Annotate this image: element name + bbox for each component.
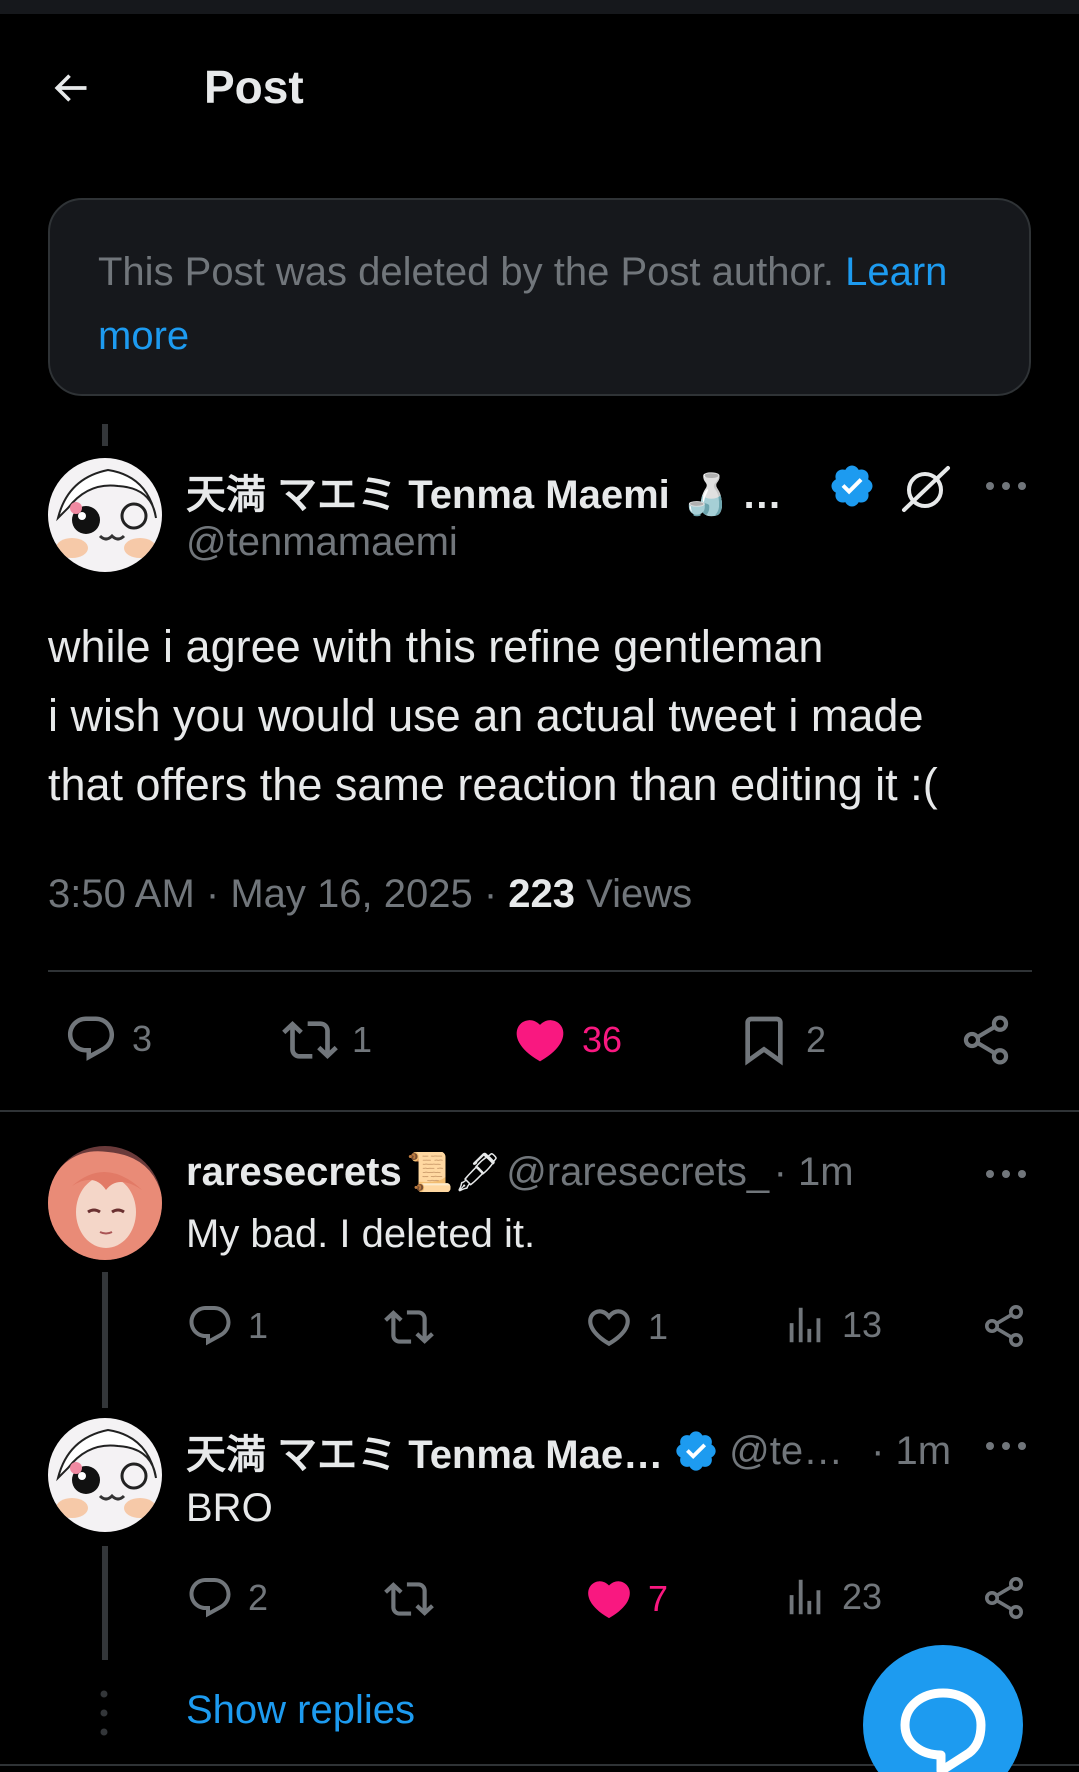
thread-connector	[102, 424, 108, 446]
more-options-icon[interactable]	[984, 470, 1028, 502]
avatar-image	[48, 458, 162, 572]
show-replies-link[interactable]: Show replies	[186, 1688, 415, 1733]
views-button[interactable]: 13	[782, 1302, 882, 1348]
repost-button[interactable]	[384, 1302, 434, 1352]
heart-filled-icon	[516, 1020, 564, 1062]
heart-icon	[588, 1309, 630, 1347]
more-options-icon[interactable]	[984, 1158, 1028, 1190]
reply-icon	[189, 1306, 231, 1346]
post-line: i wish you would use an actual tweet i m…	[48, 690, 924, 741]
divider	[0, 1110, 1079, 1112]
views-chart-icon	[789, 1579, 821, 1615]
reply-time[interactable]: · 1m	[871, 1429, 951, 1474]
dotted-thread-icon	[98, 1688, 110, 1738]
views-count: 13	[842, 1304, 883, 1345]
scroll-pen-emoji: 📜🖋	[406, 1150, 502, 1194]
like-count: 36	[582, 1019, 623, 1060]
reply-count: 2	[248, 1577, 269, 1618]
verified-badge-icon	[676, 1431, 716, 1471]
post-body: while i agree with this refine gentleman…	[48, 612, 1038, 819]
post-line: that offers the same reaction than editi…	[48, 759, 938, 810]
post-time[interactable]: 3:50 AM	[48, 872, 195, 916]
page-title: Post	[204, 61, 304, 113]
reply-count: 1	[248, 1305, 269, 1346]
views-label: Views	[586, 872, 693, 916]
like-count: 1	[648, 1306, 669, 1347]
reply-icon	[67, 1016, 115, 1061]
reply-button[interactable]: 2	[186, 1574, 268, 1622]
post-meta: 3:50 AM · May 16, 2025 · 223 Views	[48, 872, 693, 916]
thread-connector	[102, 1546, 108, 1660]
author-name[interactable]: 天満 マエミ Tenma Maemi 🍶 …	[186, 462, 782, 520]
like-count: 7	[648, 1578, 669, 1619]
avatar[interactable]	[48, 1146, 162, 1260]
post-date[interactable]: May 16, 2025	[230, 872, 472, 916]
reply-author-name[interactable]: 天満 マエミ Tenma Mae…	[186, 1422, 663, 1480]
author-name-text: 天満 マエミ Tenma Maemi	[186, 473, 670, 517]
reply-button[interactable]: 3	[64, 1012, 152, 1066]
thread-connector	[102, 1272, 108, 1408]
repost-icon	[384, 1582, 434, 1616]
reply-author-handle[interactable]: @raresecrets_	[506, 1150, 769, 1194]
bookmark-count: 2	[806, 1019, 827, 1060]
share-button[interactable]	[980, 1302, 1028, 1350]
reply-author-name[interactable]: raresecrets	[186, 1150, 402, 1194]
arrow-left-icon	[54, 74, 87, 102]
views-count: 23	[842, 1576, 883, 1617]
share-icon	[985, 1305, 1023, 1347]
like-button[interactable]: 1	[584, 1302, 668, 1352]
repost-button[interactable]	[384, 1574, 434, 1624]
bookmark-icon	[745, 1016, 783, 1066]
sake-emoji: 🍶	[680, 472, 731, 518]
divider	[48, 970, 1032, 972]
like-button[interactable]: 36	[512, 1012, 622, 1068]
heart-filled-icon	[588, 1581, 630, 1619]
grok-icon[interactable]	[900, 462, 952, 514]
repost-icon	[384, 1310, 434, 1344]
views-button[interactable]: 23	[782, 1574, 882, 1620]
avatar-image	[48, 1418, 162, 1532]
reply-time[interactable]: · 1m	[774, 1150, 854, 1194]
reply-header: raresecrets 📜🖋 @raresecrets_ · 1m	[186, 1150, 854, 1195]
compose-reply-button[interactable]	[863, 1645, 1023, 1772]
repost-icon	[282, 1021, 338, 1059]
reply-count: 3	[132, 1018, 153, 1059]
avatar[interactable]	[48, 458, 162, 572]
views-count: 223	[508, 872, 576, 916]
bookmark-button[interactable]: 2	[736, 1012, 826, 1068]
share-button[interactable]	[980, 1574, 1028, 1622]
name-ellipsis: …	[741, 473, 782, 517]
like-button[interactable]: 7	[584, 1574, 668, 1624]
post-line: while i agree with this refine gentleman	[48, 621, 824, 672]
reply-body: My bad. I deleted it.	[186, 1212, 536, 1256]
repost-count: 1	[352, 1019, 373, 1060]
reply-icon	[189, 1578, 231, 1618]
repost-button[interactable]: 1	[282, 1012, 372, 1068]
deleted-notice-text: This Post was deleted by the Post author…	[98, 250, 834, 294]
deleted-post-notice: This Post was deleted by the Post author…	[48, 198, 1031, 396]
status-bar-strip	[0, 0, 1079, 14]
share-button[interactable]	[958, 1012, 1014, 1068]
author-handle[interactable]: @tenmamaemi	[186, 520, 458, 565]
avatar[interactable]	[48, 1418, 162, 1532]
views-chart-icon	[789, 1307, 821, 1343]
avatar-image	[48, 1146, 162, 1260]
reply-body: BRO	[186, 1486, 273, 1530]
share-icon	[985, 1577, 1023, 1619]
reply-author-handle[interactable]: @te…	[729, 1429, 843, 1474]
back-button[interactable]	[48, 66, 100, 110]
more-options-icon[interactable]	[984, 1430, 1028, 1462]
reply-header: 天満 マエミ Tenma Mae… @te… · 1m	[186, 1422, 951, 1480]
reply-button[interactable]: 1	[186, 1302, 268, 1350]
chat-bubble-icon	[900, 1688, 986, 1772]
verified-badge-icon[interactable]	[828, 462, 876, 510]
share-icon	[963, 1015, 1009, 1065]
